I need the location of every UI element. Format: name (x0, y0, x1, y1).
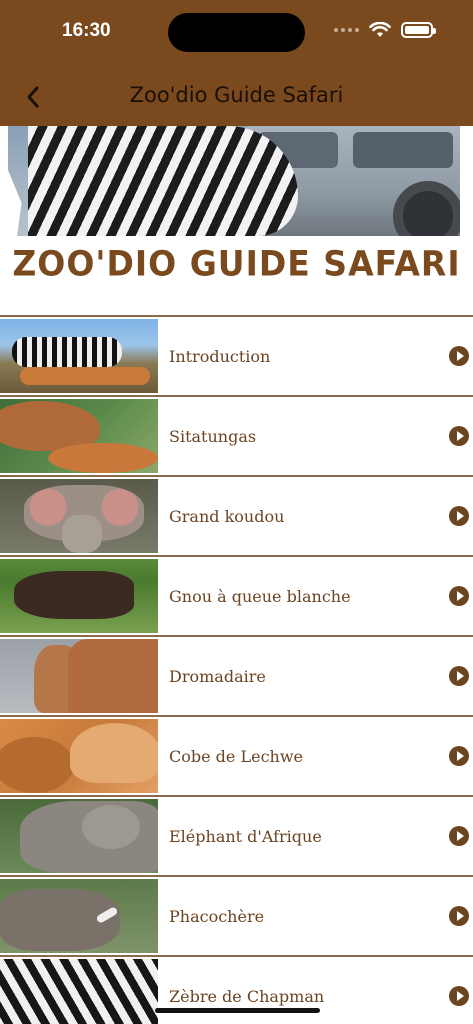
brand-title: ZOO'DIO GUIDE SAFARI (12, 243, 461, 284)
list-item-label: Introduction (169, 346, 271, 366)
status-icons (334, 22, 436, 38)
chevron-right-icon (449, 426, 469, 446)
page-title: Zoo'dio Guide Safari (129, 83, 344, 107)
list-item-label: Gnou à queue blanche (169, 586, 351, 606)
wifi-icon (369, 22, 391, 37)
zebra-graphic (28, 126, 298, 236)
lechwe-thumbnail (0, 719, 158, 793)
status-time: 16:30 (62, 20, 111, 41)
list-item[interactable]: Phacochère (0, 875, 473, 955)
list-item-label: Grand koudou (169, 506, 285, 526)
chevron-right-icon (449, 906, 469, 926)
kudu-thumbnail (0, 479, 158, 553)
list-item[interactable]: Sitatungas (0, 395, 473, 475)
cellular-signal-icon (334, 28, 359, 32)
wildebeest-thumbnail (0, 559, 158, 633)
chevron-right-icon (449, 666, 469, 686)
chevron-right-icon (449, 346, 469, 366)
header-banner-image (0, 126, 473, 236)
chevron-right-icon (449, 506, 469, 526)
sitatunga-thumbnail (0, 399, 158, 473)
list-item[interactable]: Cobe de Lechwe (0, 715, 473, 795)
battery-icon (401, 22, 436, 38)
banner-photo (8, 126, 460, 236)
zebras-thumbnail (0, 319, 158, 393)
list-item[interactable]: Gnou à queue blanche (0, 555, 473, 635)
list-item-label: Cobe de Lechwe (169, 746, 303, 766)
list-item[interactable]: Dromadaire (0, 635, 473, 715)
chevron-right-icon (449, 826, 469, 846)
species-list: Introduction Sitatungas Grand koudou Gno… (0, 315, 473, 1024)
list-item-label: Zèbre de Chapman (169, 986, 325, 1006)
list-item[interactable]: Grand koudou (0, 475, 473, 555)
zebra-thumbnail (0, 959, 158, 1024)
chevron-right-icon (449, 746, 469, 766)
list-item[interactable]: Zèbre de Chapman (0, 955, 473, 1024)
list-item[interactable]: Eléphant d'Afrique (0, 795, 473, 875)
home-indicator[interactable] (155, 1008, 320, 1013)
camel-thumbnail (0, 639, 158, 713)
list-item-label: Phacochère (169, 906, 265, 926)
dynamic-island (168, 13, 305, 52)
chevron-right-icon (449, 586, 469, 606)
list-item-label: Eléphant d'Afrique (169, 826, 322, 846)
elephant-thumbnail (0, 799, 158, 873)
app-header: 16:30 Zoo'dio Guide Safari (0, 0, 473, 126)
chevron-right-icon (449, 986, 469, 1006)
warthog-thumbnail (0, 879, 158, 953)
list-item-label: Dromadaire (169, 666, 266, 686)
list-item-label: Sitatungas (169, 426, 257, 446)
list-item[interactable]: Introduction (0, 315, 473, 395)
